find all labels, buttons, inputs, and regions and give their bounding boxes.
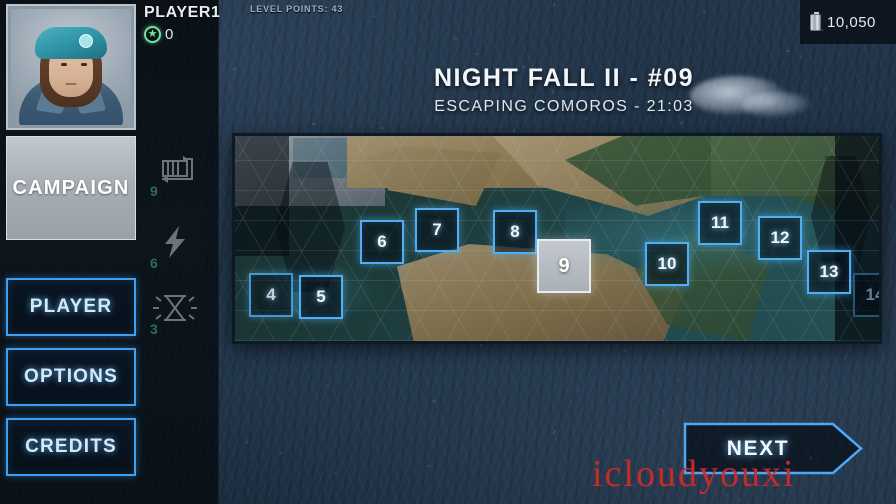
level-number: 10 <box>657 254 677 273</box>
player-name: PLAYER1 <box>144 4 221 21</box>
map-level-tile-4[interactable]: 4 <box>249 273 293 317</box>
player-score: ★ 0 <box>144 26 173 43</box>
sidebar-item-label: CAMPAIGN <box>12 176 130 199</box>
sidebar-item-credits[interactable]: CREDITS <box>6 418 136 476</box>
watermark: icloudyouxi <box>592 453 796 495</box>
avatar[interactable] <box>6 4 136 130</box>
level-number: 8 <box>510 222 520 241</box>
game-screen: CAMPAIGN PLAYER OPTIONS CREDITS PLAYER1 … <box>0 0 896 504</box>
level-number: 13 <box>819 262 839 281</box>
level-number: 9 <box>558 254 570 277</box>
currency-value: 10,050 <box>827 13 876 31</box>
battery-cell-icon <box>810 11 821 31</box>
avatar-portrait-image <box>11 9 131 125</box>
level-number: 14 <box>865 285 879 304</box>
resource-value: 3 <box>150 321 158 337</box>
map-level-tile-5[interactable]: 5 <box>299 275 343 319</box>
hourglass-icon <box>153 295 197 321</box>
sidebar-item-label: OPTIONS <box>24 366 118 387</box>
resource-power[interactable]: 6 <box>146 222 204 271</box>
page-title: NIGHT FALL II - #09 <box>433 64 695 92</box>
map-level-tile-11[interactable]: 11 <box>698 201 742 245</box>
sidebar-item-campaign[interactable]: CAMPAIGN <box>6 136 136 240</box>
map-level-tile-14-locked[interactable]: 14 <box>853 273 879 317</box>
campaign-map[interactable]: 4 5 6 7 8 9 10 11 12 13 14 <box>232 133 882 344</box>
level-number: 4 <box>266 285 276 304</box>
level-number: 5 <box>316 287 326 306</box>
level-points-label: LEVEL POINTS: 43 <box>250 4 344 14</box>
sidebar-item-options[interactable]: OPTIONS <box>6 348 136 406</box>
resource-value: 6 <box>150 255 158 271</box>
currency-display: 10,050 <box>800 0 896 44</box>
level-number: 6 <box>377 232 387 251</box>
level-number: 12 <box>770 228 790 247</box>
lightning-bolt-icon <box>165 226 185 258</box>
map-level-tile-10[interactable]: 10 <box>645 242 689 286</box>
resource-value: 9 <box>150 183 158 199</box>
map-level-tile-13[interactable]: 13 <box>807 250 851 294</box>
sidebar-item-player[interactable]: PLAYER <box>6 278 136 336</box>
star-badge-icon: ★ <box>144 26 161 43</box>
level-number: 7 <box>432 220 442 239</box>
map-level-tile-9-selected[interactable]: 9 <box>537 239 591 293</box>
resource-ammo[interactable]: 9 <box>146 150 204 199</box>
map-level-tile-7[interactable]: 7 <box>415 208 459 252</box>
map-level-tile-6[interactable]: 6 <box>360 220 404 264</box>
map-level-tile-8[interactable]: 8 <box>493 210 537 254</box>
sidebar-item-label: CREDITS <box>25 436 117 457</box>
player-score-value: 0 <box>165 26 174 43</box>
resource-time[interactable]: 3 <box>146 288 204 337</box>
ammo-reload-icon <box>162 156 193 183</box>
map-level-tile-12[interactable]: 12 <box>758 216 802 260</box>
sidebar-item-label: PLAYER <box>29 296 113 317</box>
mission-subtitle: ESCAPING COMOROS - 21:03 <box>434 98 694 115</box>
level-number: 11 <box>711 213 729 232</box>
